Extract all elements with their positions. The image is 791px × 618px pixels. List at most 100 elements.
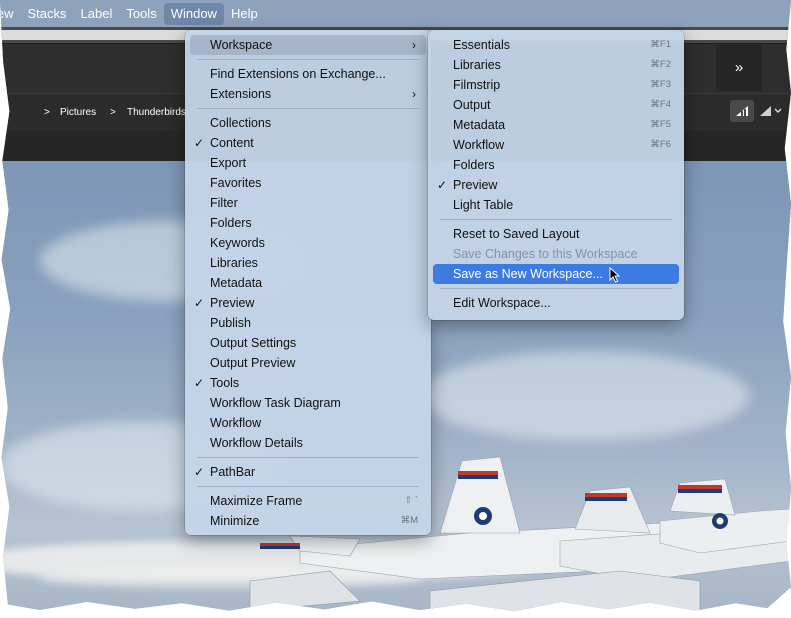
menu-item-label: Filter [210, 196, 238, 210]
workspace-menu-item-reset-to-saved-layout[interactable]: Reset to Saved Layout [433, 224, 679, 244]
window-menu-item-libraries[interactable]: Libraries [190, 253, 426, 273]
checkmark-icon: ✓ [194, 136, 205, 150]
menu-item-label: Light Table [453, 198, 514, 212]
window-menu-item-output-preview[interactable]: Output Preview [190, 353, 426, 373]
workspace-menu-item-folders[interactable]: Folders [433, 155, 679, 175]
chevron-right-icon: › [412, 38, 416, 52]
menu-item-label: Minimize [210, 514, 260, 528]
workspace-menu-item-preview[interactable]: ✓ Preview [433, 175, 679, 195]
menu-item-label: Maximize Frame [210, 494, 303, 508]
menu-item-label: Output Settings [210, 336, 297, 350]
window-menu-item-minimize[interactable]: Minimize ⌘M [190, 511, 426, 531]
menu-item-label: Workflow [453, 138, 505, 152]
menu-bar: iew Stacks Label Tools Window Help [0, 0, 791, 27]
menu-item-label: Essentials [453, 38, 510, 52]
window-menu-item-output-settings[interactable]: Output Settings [190, 333, 426, 353]
screenshot-frame: iew Stacks Label Tools Window Help » > P… [0, 0, 791, 612]
quality-dropdown-icon [760, 106, 782, 116]
menubar-item-help[interactable]: Help [224, 0, 265, 27]
window-menu-item-preview[interactable]: ✓ Preview [190, 293, 426, 313]
menubar-item-label[interactable]: Label [74, 0, 120, 27]
menu-item-label: Find Extensions on Exchange... [210, 67, 386, 81]
workspace-menu-item-essentials[interactable]: Essentials ⌘F1 [433, 35, 679, 55]
menu-item-label: Folders [453, 158, 495, 172]
window-menu-item-metadata[interactable]: Metadata [190, 273, 426, 293]
menu-separator [440, 219, 672, 220]
window-menu-item-filter[interactable]: Filter [190, 193, 426, 213]
menu-separator [197, 457, 419, 458]
menu-item-label: Preview [453, 178, 498, 192]
keyboard-shortcut: ⇧ ` [404, 495, 418, 506]
menu-item-label: Keywords [210, 236, 265, 250]
workspace-menu-item-save-changes-to-this-workspace: Save Changes to this Workspace [433, 244, 679, 264]
menu-item-label: Workflow Task Diagram [210, 396, 341, 410]
window-menu-item-workflow-details[interactable]: Workflow Details [190, 433, 426, 453]
menu-item-label: Libraries [453, 58, 501, 72]
menu-separator [197, 108, 419, 109]
checkmark-icon: ✓ [194, 296, 205, 310]
window-menu-item-maximize-frame[interactable]: Maximize Frame ⇧ ` [190, 491, 426, 511]
checkmark-icon: ✓ [194, 465, 205, 479]
menubar-item-stacks[interactable]: Stacks [21, 0, 74, 27]
window-menu-item-collections[interactable]: Collections [190, 113, 426, 133]
window-menu-item-export[interactable]: Export [190, 153, 426, 173]
workspace-menu-item-metadata[interactable]: Metadata ⌘F5 [433, 115, 679, 135]
menu-item-label: PathBar [210, 465, 256, 479]
keyboard-shortcut: ⌘M [400, 515, 418, 526]
breadcrumb-separator: > [110, 107, 116, 118]
window-menu-item-workspace[interactable]: Workspace › [190, 35, 426, 55]
workspace-menu-item-filmstrip[interactable]: Filmstrip ⌘F3 [433, 75, 679, 95]
menu-item-label: Filmstrip [453, 78, 501, 92]
window-menu-item-favorites[interactable]: Favorites [190, 173, 426, 193]
menu-separator [197, 486, 419, 487]
workspace-menu-item-output[interactable]: Output ⌘F4 [433, 95, 679, 115]
window-menu-item-keywords[interactable]: Keywords [190, 233, 426, 253]
workspace-menu-item-libraries[interactable]: Libraries ⌘F2 [433, 55, 679, 75]
mouse-pointer-icon [609, 267, 621, 283]
window-menu-item-workflow[interactable]: Workflow [190, 413, 426, 433]
checkmark-icon: ✓ [194, 376, 205, 390]
menu-item-label: Collections [210, 116, 272, 130]
workspace-menu-item-edit-workspace[interactable]: Edit Workspace... [433, 293, 679, 313]
window-menu: Workspace › Find Extensions on Exchange...… [185, 30, 431, 535]
window-menu-item-content[interactable]: ✓ Content [190, 133, 426, 153]
window-menu-item-extensions[interactable]: Extensions › [190, 84, 426, 104]
workspace-menu-item-workflow[interactable]: Workflow ⌘F6 [433, 135, 679, 155]
breadcrumb-separator: > [44, 107, 50, 118]
menu-item-label: Workflow Details [210, 436, 303, 450]
menu-item-label: Folders [210, 216, 252, 230]
window-menu-item-find-extensions-on-exchange[interactable]: Find Extensions on Exchange... [190, 64, 426, 84]
menu-separator [440, 288, 672, 289]
window-menu-item-tools[interactable]: ✓ Tools [190, 373, 426, 393]
workspace-menu-item-light-table[interactable]: Light Table [433, 195, 679, 215]
menu-item-label: Metadata [453, 118, 506, 132]
breadcrumb-thunderbirds[interactable]: Thunderbirds [127, 94, 186, 132]
menu-item-label: Libraries [210, 256, 258, 270]
keyboard-shortcut: ⌘F3 [650, 79, 671, 90]
quality-staircase-icon [736, 106, 748, 116]
keyboard-shortcut: ⌘F5 [650, 119, 671, 130]
menu-item-label: Output Preview [210, 356, 296, 370]
menubar-item-view[interactable]: iew [0, 0, 21, 27]
breadcrumb-pictures[interactable]: Pictures [60, 94, 96, 132]
menu-item-label: Content [210, 136, 254, 150]
menu-item-label: Tools [210, 376, 240, 390]
menu-item-label: Edit Workspace... [453, 296, 551, 310]
thumbnail-quality-button[interactable] [730, 100, 754, 122]
workspace-menu-item-save-as-new-workspace[interactable]: Save as New Workspace... [433, 264, 679, 284]
keyboard-shortcut: ⌘F4 [650, 99, 671, 110]
more-workspaces-button[interactable]: » [716, 45, 762, 91]
menubar-item-window[interactable]: Window [163, 2, 224, 25]
menu-item-label: Preview [210, 296, 255, 310]
thumbnail-options-button[interactable] [758, 100, 786, 122]
menubar-item-tools[interactable]: Tools [119, 0, 163, 27]
menu-item-label: Workflow [210, 416, 262, 430]
window-menu-item-pathbar[interactable]: ✓ PathBar [190, 462, 426, 482]
keyboard-shortcut: ⌘F1 [650, 39, 671, 50]
menu-item-label: Output [453, 98, 491, 112]
window-menu-item-publish[interactable]: Publish [190, 313, 426, 333]
keyboard-shortcut: ⌘F6 [650, 139, 671, 150]
window-menu-item-folders[interactable]: Folders [190, 213, 426, 233]
menu-item-label: Publish [210, 316, 251, 330]
window-menu-item-workflow-task-diagram[interactable]: Workflow Task Diagram [190, 393, 426, 413]
